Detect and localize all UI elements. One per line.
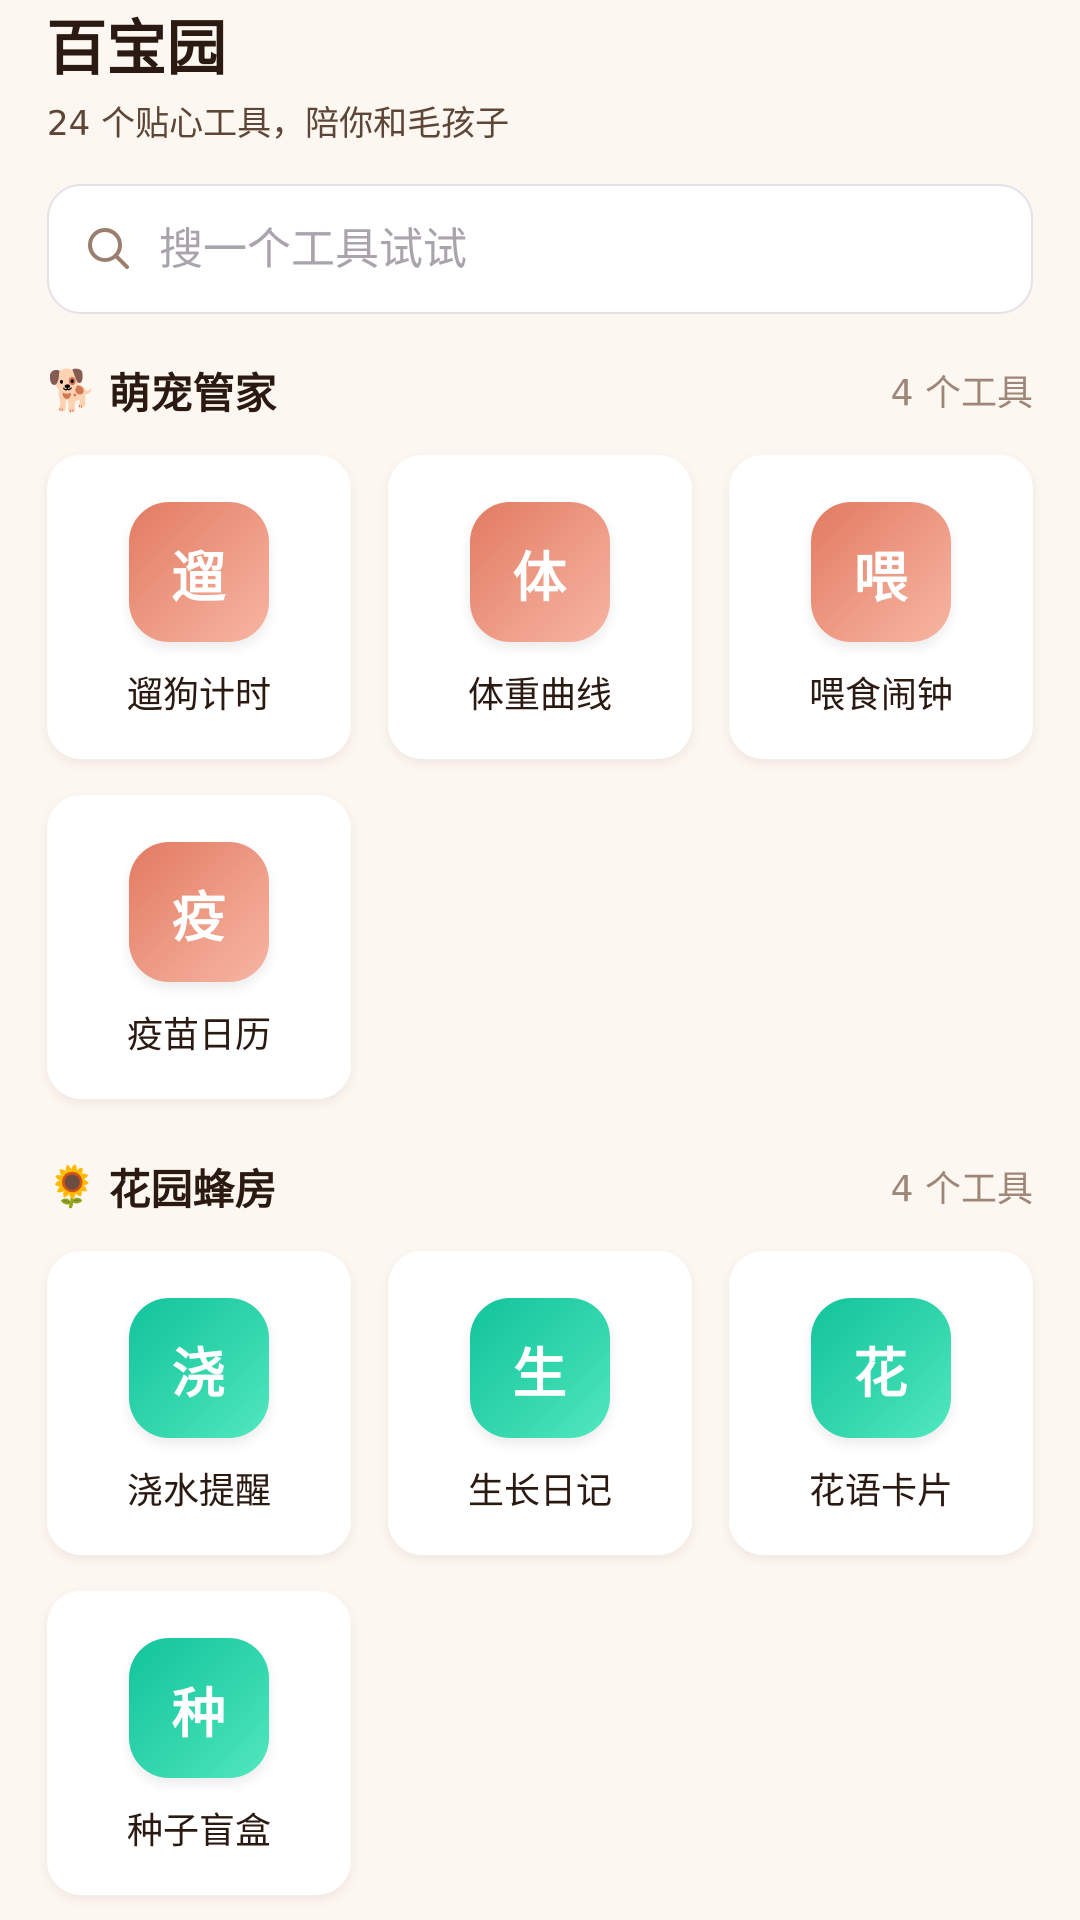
section-title: 萌宠管家 <box>109 368 278 418</box>
section-header-garden: 🌻 花园蜂房 4 个工具 <box>47 1156 1033 1216</box>
weight-icon: 体 <box>470 502 610 642</box>
tool-label: 体重曲线 <box>467 675 612 716</box>
tool-label: 疫苗日历 <box>126 1015 271 1056</box>
tool-label: 花语卡片 <box>808 1471 953 1512</box>
page-title: 百宝园 <box>47 14 227 84</box>
tool-card-vaccine-calendar[interactable]: 疫 疫苗日历 <box>47 795 351 1099</box>
tool-card-weight-curve[interactable]: 体 体重曲线 <box>388 455 692 759</box>
sunflower-icon: 🌻 <box>47 1163 97 1210</box>
growth-icon: 生 <box>470 1298 610 1438</box>
search-icon <box>88 228 129 269</box>
tool-label: 遛狗计时 <box>126 675 271 716</box>
tool-label: 浇水提醒 <box>126 1471 271 1512</box>
search-input[interactable] <box>159 199 979 299</box>
tool-grid-pets: 遛 遛狗计时 体 体重曲线 喂 喂食闹钟 疫 疫苗日历 <box>47 455 1033 1099</box>
tool-card-flower-language[interactable]: 花 花语卡片 <box>729 1251 1033 1555</box>
feed-icon: 喂 <box>811 502 951 642</box>
section-title: 花园蜂房 <box>109 1164 278 1214</box>
section-tool-count: 4 个工具 <box>890 373 1033 414</box>
toolbox-page: 百宝园 24 个贴心工具，陪你和毛孩子 🐕 萌宠管家 4 个工具 遛 遛狗计时 … <box>0 0 1080 1920</box>
vaccine-icon: 疫 <box>129 842 269 982</box>
tool-card-watering-reminder[interactable]: 浇 浇水提醒 <box>47 1251 351 1555</box>
tool-card-growth-diary[interactable]: 生 生长日记 <box>388 1251 692 1555</box>
walk-icon: 遛 <box>129 502 269 642</box>
tool-label: 喂食闹钟 <box>808 675 953 716</box>
water-icon: 浇 <box>129 1298 269 1438</box>
tool-card-seed-blind-box[interactable]: 种 种子盲盒 <box>47 1591 351 1895</box>
tool-card-walk-timer[interactable]: 遛 遛狗计时 <box>47 455 351 759</box>
tool-label: 生长日记 <box>467 1471 612 1512</box>
section-tool-count: 4 个工具 <box>890 1169 1033 1210</box>
tool-card-feeding-alarm[interactable]: 喂 喂食闹钟 <box>729 455 1033 759</box>
seed-icon: 种 <box>129 1638 269 1778</box>
dog-icon: 🐕 <box>47 367 97 414</box>
flower-icon: 花 <box>811 1298 951 1438</box>
search-bar[interactable] <box>47 184 1033 314</box>
tool-grid-garden: 浇 浇水提醒 生 生长日记 花 花语卡片 种 种子盲盒 <box>47 1251 1033 1895</box>
page-subtitle: 24 个贴心工具，陪你和毛孩子 <box>47 104 510 144</box>
tool-label: 种子盲盒 <box>126 1811 271 1852</box>
section-header-pets: 🐕 萌宠管家 4 个工具 <box>47 360 1033 420</box>
